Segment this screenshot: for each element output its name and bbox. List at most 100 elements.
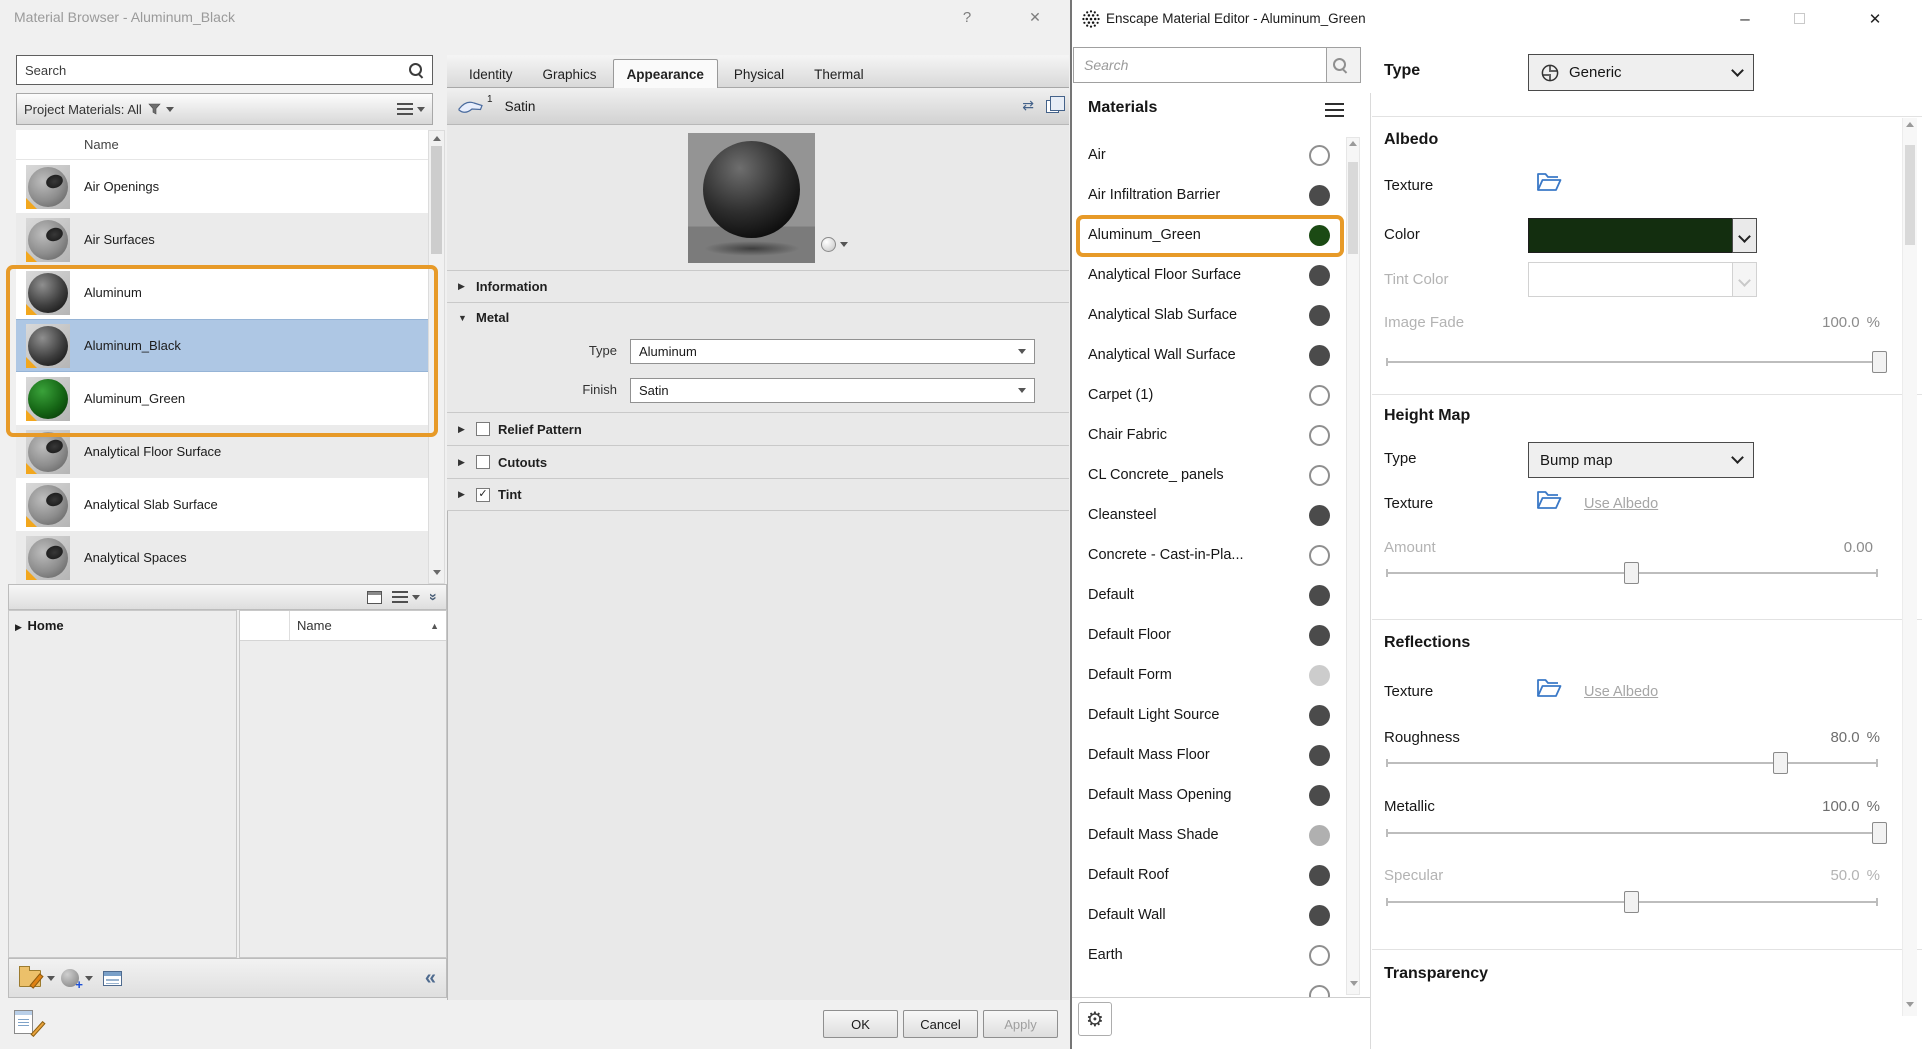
- material-row[interactable]: Aluminum_Green: [16, 372, 428, 425]
- material-row[interactable]: Analytical Spaces: [16, 531, 428, 584]
- enscape-material-row[interactable]: Default Roof: [1072, 855, 1370, 895]
- replace-asset-icon[interactable]: ⇄: [1022, 98, 1034, 114]
- section-relief-pattern[interactable]: ▶ Relief Pattern: [447, 412, 1069, 445]
- scrollbar-thumb[interactable]: [1905, 145, 1915, 245]
- preview-scene-icon[interactable]: [821, 237, 836, 252]
- create-material-icon[interactable]: [61, 969, 79, 987]
- materials-menu-icon[interactable]: [1325, 103, 1344, 117]
- enscape-material-row[interactable]: Air Infiltration Barrier: [1072, 175, 1370, 215]
- enscape-material-row[interactable]: Analytical Floor Surface: [1072, 255, 1370, 295]
- metal-type-dropdown[interactable]: Aluminum: [630, 339, 1035, 364]
- enscape-material-row[interactable]: Default Form: [1072, 655, 1370, 695]
- enscape-list-scrollbar[interactable]: [1346, 137, 1360, 995]
- help-button[interactable]: ?: [952, 4, 982, 30]
- albedo-color-dropdown[interactable]: [1732, 218, 1757, 253]
- collapse-icon[interactable]: ▼: [458, 313, 468, 323]
- editor-tab[interactable]: Graphics: [529, 59, 611, 88]
- heightmap-use-albedo-link[interactable]: Use Albedo: [1584, 496, 1658, 512]
- chevron-down-icon[interactable]: [417, 107, 425, 112]
- collapse-panel-icon[interactable]: «: [425, 968, 436, 988]
- section-cutouts[interactable]: ▶ Cutouts: [447, 445, 1069, 478]
- expand-library-icon[interactable]: »: [427, 593, 441, 601]
- enscape-material-row[interactable]: Chair Fabric: [1072, 415, 1370, 455]
- scroll-up-icon[interactable]: [1349, 141, 1357, 146]
- enscape-material-row[interactable]: Concrete - Cast-in-Pla...: [1072, 535, 1370, 575]
- chevron-down-icon[interactable]: [85, 976, 93, 981]
- metal-finish-dropdown[interactable]: Satin: [630, 378, 1035, 403]
- scrollbar-thumb[interactable]: [1348, 162, 1358, 254]
- chevron-down-icon[interactable]: [47, 976, 55, 981]
- enscape-material-row[interactable]: [1072, 975, 1370, 998]
- slider-handle[interactable]: [1872, 822, 1887, 844]
- scroll-down-icon[interactable]: [1350, 981, 1358, 986]
- apply-button[interactable]: Apply: [983, 1010, 1058, 1038]
- enscape-material-row[interactable]: Air: [1072, 135, 1370, 175]
- enscape-material-row[interactable]: CL Concrete_ panels: [1072, 455, 1370, 495]
- roughness-slider[interactable]: [1384, 752, 1880, 774]
- scroll-down-icon[interactable]: [1906, 1002, 1914, 1007]
- section-information[interactable]: ▶ Information: [447, 270, 1069, 302]
- expand-icon[interactable]: ▶: [458, 457, 468, 468]
- editor-tab[interactable]: Physical: [720, 59, 798, 88]
- albedo-color-swatch[interactable]: [1528, 218, 1733, 253]
- material-row[interactable]: Aluminum: [16, 266, 428, 319]
- section-tint[interactable]: ▶ ✓ Tint: [447, 478, 1069, 511]
- asset-browser-icon[interactable]: [103, 971, 122, 986]
- enscape-material-row[interactable]: Aluminum_Green: [1072, 215, 1370, 255]
- library-pane-icon[interactable]: [367, 591, 382, 604]
- expand-icon[interactable]: ▶: [458, 424, 468, 435]
- specular-slider[interactable]: [1384, 891, 1880, 913]
- tint-checkbox[interactable]: ✓: [476, 488, 490, 502]
- material-list-scrollbar[interactable]: [428, 130, 445, 584]
- height-map-type-dropdown[interactable]: Bump map: [1528, 442, 1754, 478]
- preview-options[interactable]: [821, 237, 848, 252]
- scroll-up-icon[interactable]: [433, 136, 441, 141]
- slider-handle[interactable]: [1773, 752, 1788, 774]
- editor-tab[interactable]: Thermal: [800, 59, 878, 88]
- material-row[interactable]: Analytical Floor Surface: [16, 425, 428, 478]
- view-list-icon[interactable]: [397, 103, 413, 115]
- enscape-material-row[interactable]: Earth: [1072, 935, 1370, 975]
- library-name-column-header[interactable]: Name ▲: [290, 611, 446, 640]
- section-metal[interactable]: ▼ Metal: [447, 302, 1069, 332]
- expand-icon[interactable]: ▶: [458, 281, 468, 292]
- close-button[interactable]: ✕: [1020, 4, 1050, 30]
- enscape-search-input[interactable]: [1074, 48, 1326, 82]
- enscape-material-row[interactable]: Default Light Source: [1072, 695, 1370, 735]
- editor-tab[interactable]: Appearance: [613, 59, 718, 88]
- material-row[interactable]: Analytical Slab Surface: [16, 478, 428, 531]
- project-materials-bar[interactable]: Project Materials: All: [16, 93, 433, 125]
- material-search-input[interactable]: [17, 63, 407, 78]
- maximize-button[interactable]: [1776, 0, 1822, 37]
- duplicate-asset-icon[interactable]: [1046, 100, 1059, 113]
- expand-icon[interactable]: ▶: [458, 489, 468, 500]
- open-reflections-folder-icon[interactable]: [1535, 676, 1563, 700]
- minimize-button[interactable]: –: [1722, 0, 1768, 37]
- enscape-material-row[interactable]: Cleansteel: [1072, 495, 1370, 535]
- metallic-slider[interactable]: [1384, 822, 1880, 844]
- tint-color-dropdown[interactable]: [1732, 262, 1757, 297]
- tree-item-home[interactable]: Home: [28, 618, 64, 633]
- close-button[interactable]: ✕: [1852, 0, 1898, 37]
- reflections-use-albedo-link[interactable]: Use Albedo: [1584, 684, 1658, 700]
- properties-scrollbar[interactable]: [1902, 118, 1917, 1016]
- slider-handle[interactable]: [1624, 891, 1639, 913]
- ok-button[interactable]: OK: [823, 1010, 898, 1038]
- enscape-material-row[interactable]: Default Mass Opening: [1072, 775, 1370, 815]
- tint-color-swatch[interactable]: [1528, 262, 1733, 297]
- open-library-icon[interactable]: [19, 970, 41, 987]
- search-button[interactable]: [1326, 48, 1360, 82]
- enscape-material-row[interactable]: Default Wall: [1072, 895, 1370, 935]
- material-row[interactable]: Air Openings: [16, 160, 428, 213]
- image-fade-slider[interactable]: [1384, 351, 1880, 373]
- chevron-down-icon[interactable]: [412, 595, 420, 600]
- slider-handle[interactable]: [1872, 351, 1887, 373]
- chevron-down-icon[interactable]: [840, 242, 848, 247]
- material-type-dropdown[interactable]: Generic: [1528, 54, 1754, 91]
- enscape-material-row[interactable]: Default Mass Floor: [1072, 735, 1370, 775]
- enscape-material-row[interactable]: Default Floor: [1072, 615, 1370, 655]
- enscape-material-row[interactable]: Analytical Wall Surface: [1072, 335, 1370, 375]
- open-texture-folder-icon[interactable]: [1535, 170, 1563, 194]
- material-row[interactable]: Air Surfaces: [16, 213, 428, 266]
- scrollbar-thumb[interactable]: [431, 146, 442, 254]
